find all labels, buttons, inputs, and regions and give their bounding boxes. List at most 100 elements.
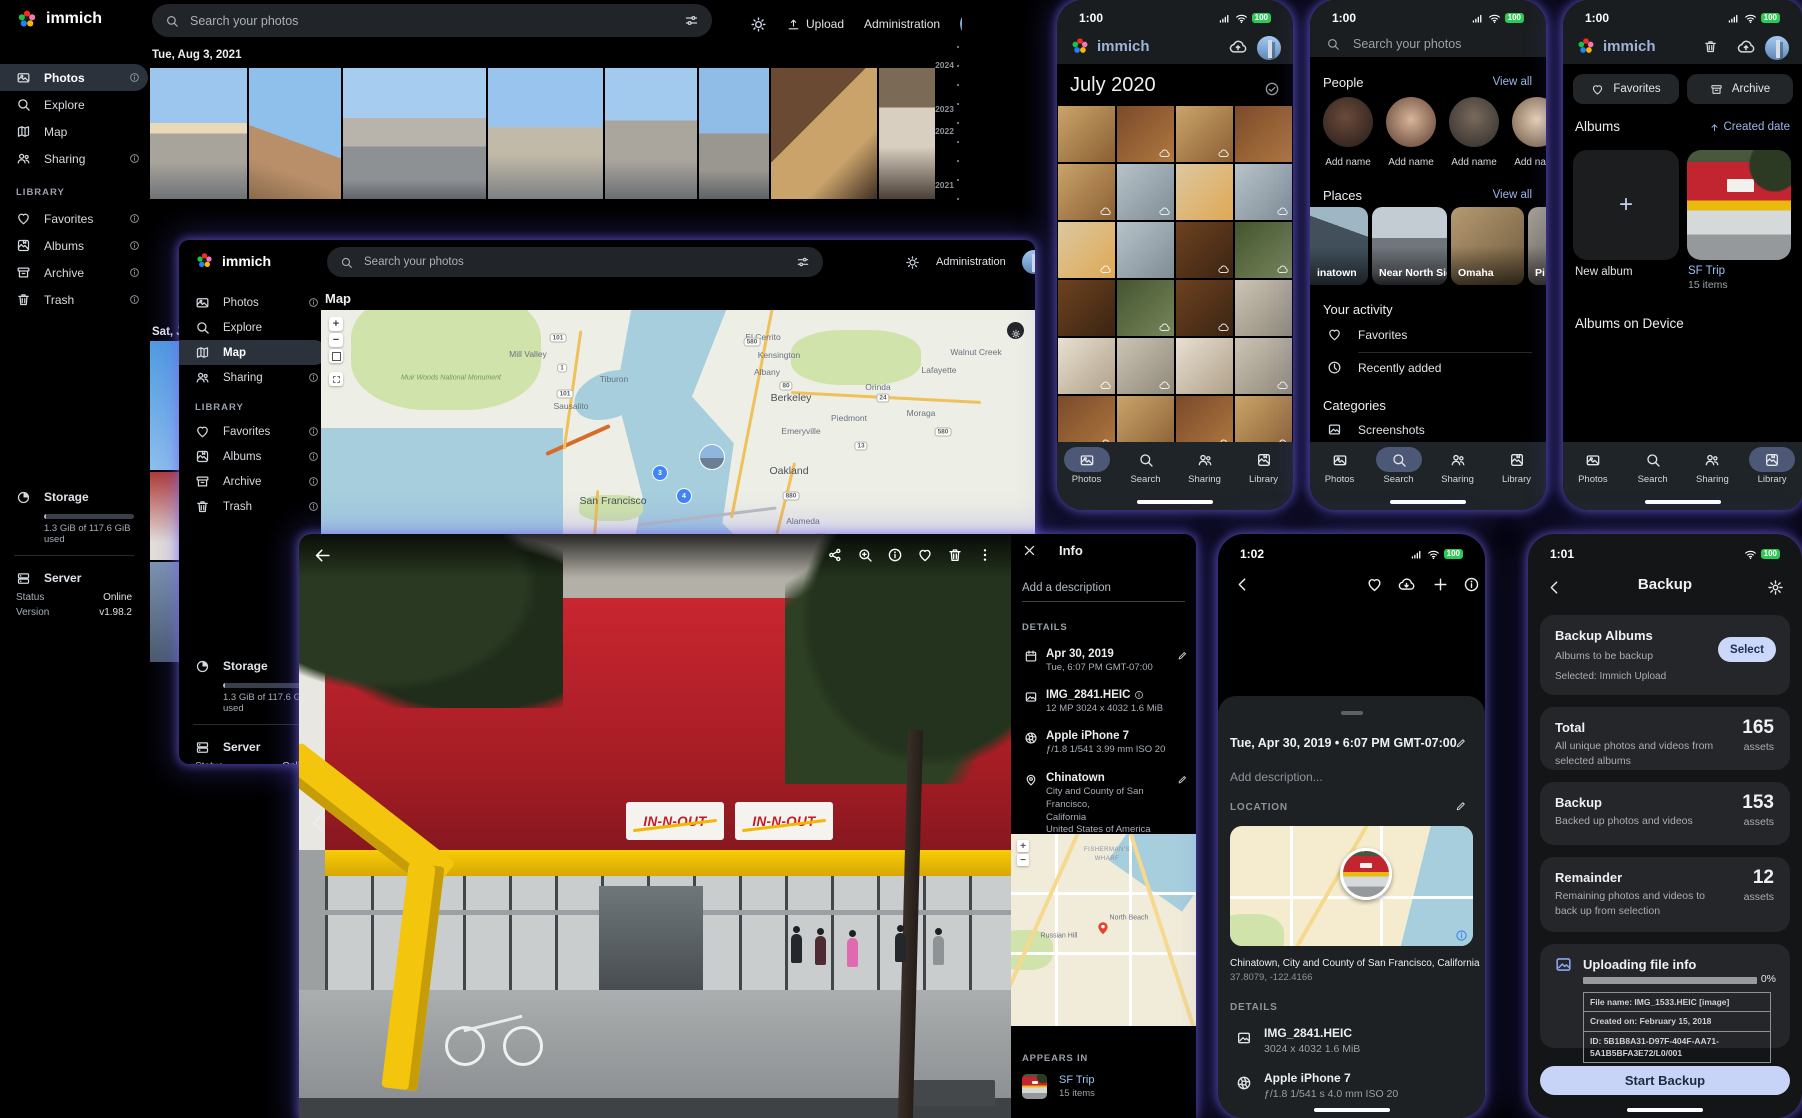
theme-toggle-icon[interactable]	[750, 16, 767, 33]
map-cluster-marker[interactable]: 4	[676, 488, 692, 504]
photo-thumbnail[interactable]	[1058, 164, 1115, 220]
location-map[interactable]	[1230, 826, 1473, 946]
photo-thumbnail[interactable]	[1117, 338, 1174, 394]
scrubber-year[interactable]: 2023	[924, 104, 954, 114]
photo-thumbnail[interactable]	[1176, 222, 1233, 278]
info-icon[interactable]	[1463, 576, 1480, 593]
description-input[interactable]: Add a description	[1022, 582, 1111, 594]
album-link[interactable]: SF Trip 15 items	[1022, 1074, 1095, 1099]
recently-added-row[interactable]: Recently added	[1327, 360, 1441, 375]
map-photo-marker[interactable]	[699, 444, 725, 470]
add-icon[interactable]	[1432, 576, 1449, 593]
info-icon[interactable]	[308, 426, 319, 437]
photo-thumbnail[interactable]	[605, 68, 697, 199]
photo-thumbnail[interactable]	[1176, 164, 1233, 220]
add-name-link[interactable]: Add name	[1449, 157, 1499, 168]
immich-logo[interactable]: immich	[195, 251, 271, 270]
photo-thumbnail[interactable]	[1176, 106, 1233, 162]
map-settings-icon[interactable]	[1007, 322, 1024, 339]
close-icon[interactable]	[1022, 543, 1037, 558]
sidebar-item-favorites[interactable]: Favorites	[0, 205, 148, 232]
sync-cloud-icon[interactable]	[1737, 38, 1755, 56]
select-button[interactable]: Select	[1718, 637, 1776, 662]
tab-library[interactable]: Library	[1234, 447, 1293, 510]
photo-viewer[interactable]: IN-N-OUT IN-N-OUT	[299, 534, 1011, 1118]
info-icon[interactable]	[1134, 690, 1144, 700]
info-icon[interactable]	[887, 547, 903, 563]
map-info-icon[interactable]	[1455, 929, 1468, 942]
sidebar-item-archive[interactable]: Archive	[179, 469, 327, 494]
scrubber-year[interactable]: 2024	[924, 60, 954, 70]
photo-thumbnail[interactable]	[771, 68, 877, 199]
sync-cloud-icon[interactable]	[1229, 38, 1247, 56]
photo-thumbnail[interactable]	[1235, 222, 1292, 278]
scrubber-year[interactable]: 2022	[924, 126, 954, 136]
photo-thumbnail[interactable]	[1117, 164, 1174, 220]
back-icon[interactable]	[313, 546, 332, 565]
person-avatar[interactable]	[1323, 97, 1373, 147]
info-icon[interactable]	[308, 476, 319, 487]
sidebar-item-albums[interactable]: Albums	[0, 232, 148, 259]
photo-thumbnail[interactable]	[488, 68, 603, 199]
archive-button[interactable]: Archive	[1687, 74, 1793, 104]
sidebar-item-albums[interactable]: Albums	[179, 444, 327, 469]
sidebar-item-sharing[interactable]: Sharing	[0, 145, 148, 172]
back-icon[interactable]	[1234, 576, 1251, 593]
sidebar-item-map[interactable]: Map	[0, 118, 148, 145]
sidebar-item-photos[interactable]: Photos	[179, 290, 327, 315]
sidebar-item-archive[interactable]: Archive	[0, 259, 148, 286]
person-avatar[interactable]	[1386, 97, 1436, 147]
photo-thumbnail[interactable]	[249, 68, 341, 199]
tab-photos[interactable]: Photos	[1057, 447, 1116, 510]
avatar[interactable]	[1022, 250, 1035, 274]
delete-icon[interactable]	[947, 547, 963, 563]
map-zoom-out-button[interactable]: −	[329, 333, 343, 347]
start-backup-button[interactable]: Start Backup	[1540, 1066, 1790, 1095]
search-input[interactable]: Search your photos	[327, 247, 823, 277]
filter-icon[interactable]	[684, 13, 699, 28]
home-indicator[interactable]	[1137, 500, 1213, 504]
favorite-icon[interactable]	[1366, 576, 1383, 593]
info-icon[interactable]	[129, 213, 140, 224]
sort-button[interactable]: Created date	[1709, 121, 1791, 133]
photo-thumbnail[interactable]	[1058, 222, 1115, 278]
photo-thumbnail[interactable]	[1235, 164, 1292, 220]
tab-photos[interactable]: Photos	[1563, 447, 1623, 510]
place-tile[interactable]: Omaha	[1451, 207, 1524, 285]
photo-thumbnail[interactable]	[1235, 106, 1292, 162]
administration-link[interactable]: Administration	[936, 256, 1006, 268]
sidebar-item-trash[interactable]: Trash	[0, 286, 148, 313]
home-indicator[interactable]	[1645, 500, 1721, 504]
map-fullscreen-button[interactable]	[329, 372, 343, 386]
map-cluster-marker[interactable]: 3	[652, 465, 668, 481]
previous-photo-icon[interactable]	[307, 812, 329, 834]
home-indicator[interactable]	[1390, 500, 1466, 504]
place-tile[interactable]: Near North Side	[1372, 207, 1447, 285]
zoom-icon[interactable]	[857, 547, 873, 563]
photo-thumbnail[interactable]	[1117, 280, 1174, 336]
info-icon[interactable]	[129, 294, 140, 305]
tab-photos[interactable]: Photos	[1310, 447, 1369, 510]
edit-icon[interactable]	[1455, 737, 1467, 749]
info-icon[interactable]	[129, 72, 140, 83]
more-options-icon[interactable]	[977, 547, 993, 563]
map-zoom-in-button[interactable]: +	[1017, 840, 1029, 852]
photo-thumbnail[interactable]	[1235, 280, 1292, 336]
upload-button[interactable]: Upload	[787, 17, 844, 31]
immich-logo[interactable]: immich	[16, 8, 102, 30]
scrubber-year[interactable]: 2021	[924, 180, 954, 190]
photo-thumbnail[interactable]	[150, 68, 247, 199]
photo-grid[interactable]	[1058, 106, 1292, 452]
search-input[interactable]: Search your photos	[152, 4, 712, 37]
photo-thumbnail[interactable]	[699, 68, 769, 199]
view-all-link[interactable]: View all	[1493, 189, 1532, 201]
photo-thumbnail[interactable]	[1117, 222, 1174, 278]
location-map[interactable]: FISHERMAN'SWHARFNorth BeachRussian Hill …	[1011, 834, 1196, 1026]
add-name-link[interactable]: Add name	[1323, 157, 1373, 168]
photo-thumbnail[interactable]	[1058, 106, 1115, 162]
filter-icon[interactable]	[796, 255, 810, 269]
photo-thumbnail[interactable]	[1058, 338, 1115, 394]
screenshots-row[interactable]: Screenshots	[1327, 422, 1425, 437]
home-indicator[interactable]	[1314, 1108, 1390, 1112]
map-photo-marker[interactable]	[1340, 848, 1392, 900]
